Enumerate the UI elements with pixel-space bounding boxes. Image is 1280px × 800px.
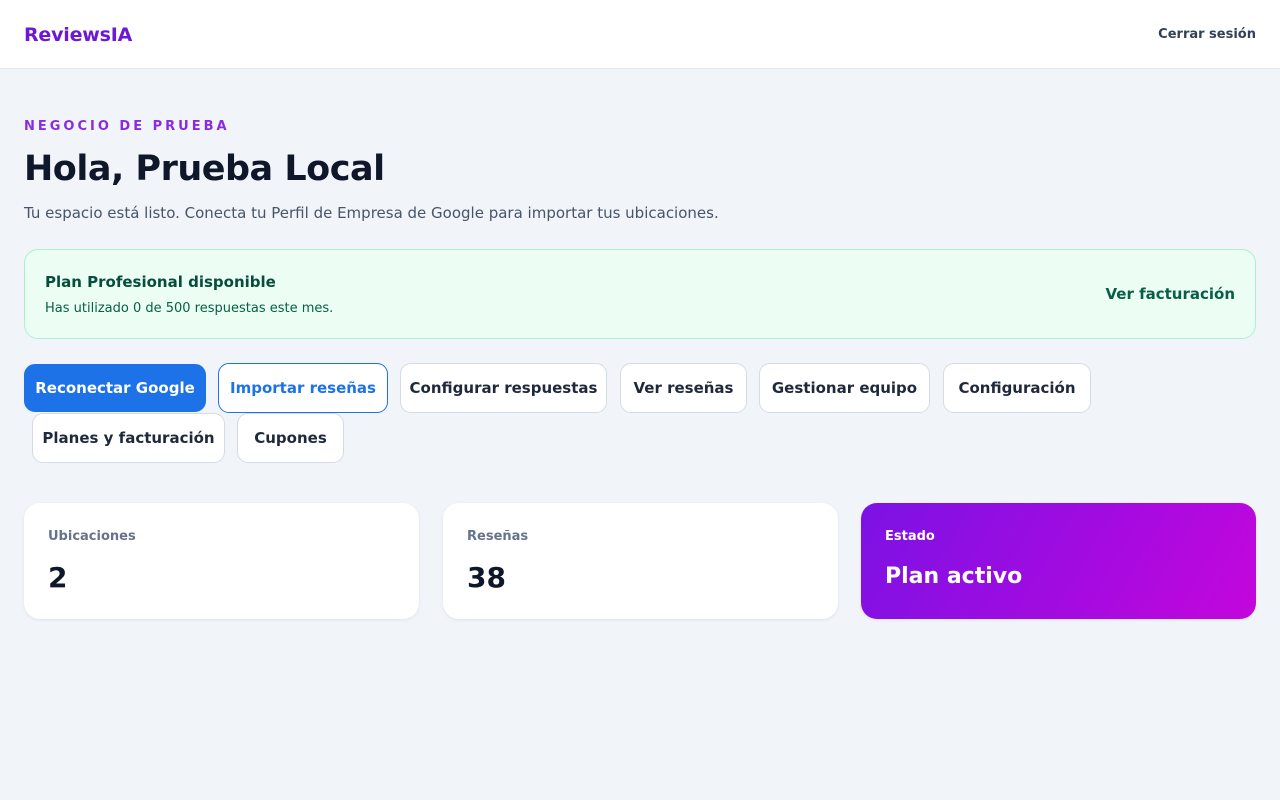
locations-stat-label: Ubicaciones xyxy=(48,529,136,544)
view-reviews-button[interactable]: Ver reseñas xyxy=(620,363,747,413)
page-subtitle: Tu espacio está listo. Conecta tu Perfil… xyxy=(24,204,719,222)
top-navbar: ReviewsIA Cerrar sesión xyxy=(0,0,1280,69)
import-reviews-button[interactable]: Importar reseñas xyxy=(218,363,388,413)
plan-banner: Plan Profesional disponible Has utilizad… xyxy=(24,249,1256,339)
logout-link[interactable]: Cerrar sesión xyxy=(1158,27,1256,42)
reconnect-google-button[interactable]: Reconectar Google xyxy=(24,364,206,412)
locations-stat-card: Ubicaciones 2 xyxy=(24,503,419,619)
brand-logo[interactable]: ReviewsIA xyxy=(24,24,132,46)
status-stat-card: Estado Plan activo xyxy=(861,503,1256,619)
plan-usage-text: Has utilizado 0 de 500 respuestas este m… xyxy=(45,301,334,316)
settings-button[interactable]: Configuración xyxy=(943,363,1091,413)
reviews-stat-value: 38 xyxy=(467,561,506,594)
plans-billing-button[interactable]: Planes y facturación xyxy=(32,413,225,463)
status-stat-label: Estado xyxy=(885,529,935,544)
configure-replies-button[interactable]: Configurar respuestas xyxy=(400,363,607,413)
plan-banner-title: Plan Profesional disponible xyxy=(45,273,276,291)
reviews-stat-label: Reseñas xyxy=(467,529,529,544)
manage-team-button[interactable]: Gestionar equipo xyxy=(759,363,930,413)
view-billing-link[interactable]: Ver facturación xyxy=(1105,285,1235,303)
reviews-stat-card: Reseñas 38 xyxy=(443,503,838,619)
coupons-button[interactable]: Cupones xyxy=(237,413,344,463)
locations-stat-value: 2 xyxy=(48,561,68,594)
business-name-eyebrow: NEGOCIO DE PRUEBA xyxy=(24,119,230,134)
page-title: Hola, Prueba Local xyxy=(24,149,385,189)
status-stat-value: Plan activo xyxy=(885,564,1023,589)
